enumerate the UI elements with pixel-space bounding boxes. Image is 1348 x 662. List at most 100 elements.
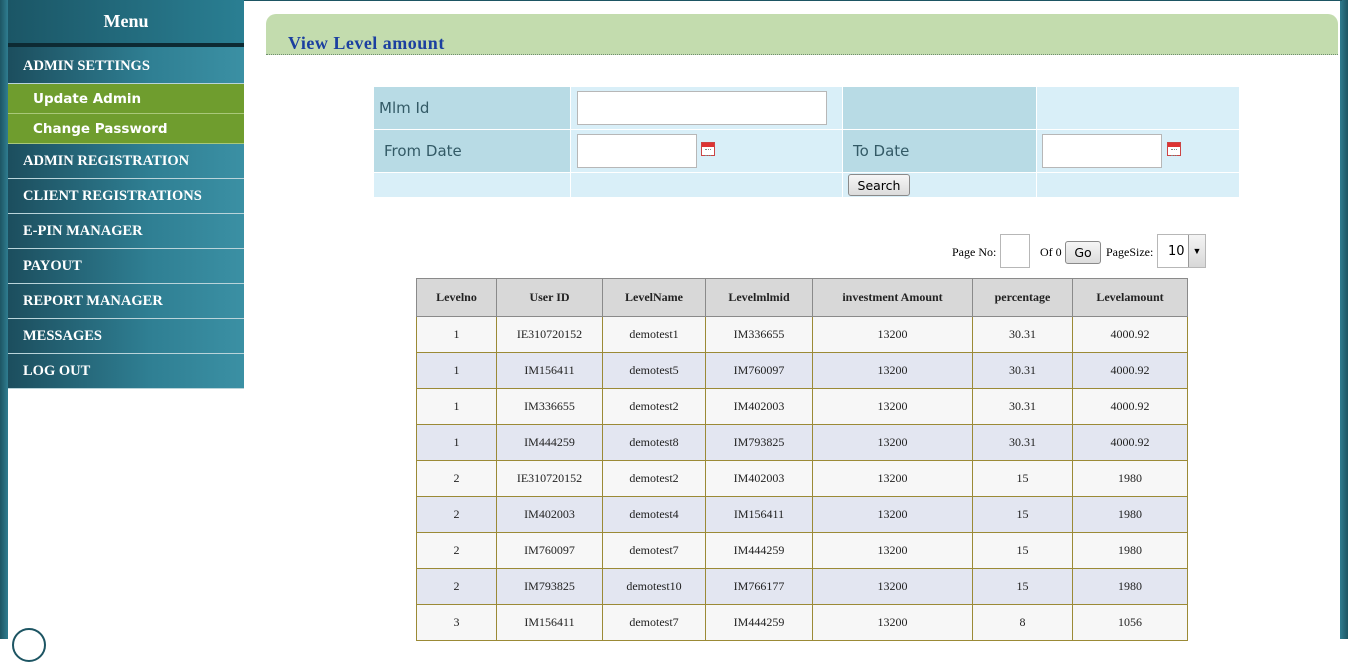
table-cell: 1 bbox=[416, 352, 497, 389]
table-row: 1 IM156411 demotest5 IM760097 13200 30.31 4000… bbox=[416, 352, 1188, 389]
table-row: 1 IE310720152 demotest1 IM336655 13200 30.31 4… bbox=[416, 316, 1188, 353]
table-cell: 13200 bbox=[812, 496, 973, 533]
column-header-levelamount[interactable]: Levelamount bbox=[1072, 278, 1188, 317]
search-button[interactable]: Search bbox=[848, 174, 910, 196]
chevron-down-icon[interactable]: ▼ bbox=[1188, 235, 1205, 267]
page-no-input[interactable] bbox=[1000, 234, 1030, 268]
table-cell: demotest2 bbox=[602, 460, 706, 497]
table-cell: 15 bbox=[972, 568, 1073, 605]
table-cell: 4000.92 bbox=[1072, 352, 1188, 389]
sidebar-item-admin-settings[interactable]: ADMIN SETTINGS bbox=[8, 47, 244, 84]
table-cell: 4000.92 bbox=[1072, 388, 1188, 425]
table-cell: 30.31 bbox=[972, 316, 1073, 353]
level-amount-table: Levelno User ID LevelName Levelmlmid inv… bbox=[416, 278, 1188, 641]
from-date-cell bbox=[571, 130, 842, 172]
sidebar-item-epin-manager[interactable]: E-PIN MANAGER bbox=[8, 214, 244, 249]
calendar-icon[interactable] bbox=[701, 142, 715, 156]
table-cell: demotest7 bbox=[602, 604, 706, 641]
table-cell: 1 bbox=[416, 388, 497, 425]
to-date-cell bbox=[1037, 130, 1239, 172]
column-header-levelmlmid[interactable]: Levelmlmid bbox=[705, 278, 813, 317]
table-row: 2 IE310720152 demotest2 IM402003 13200 15 1980 bbox=[416, 460, 1188, 497]
table-cell: 30.31 bbox=[972, 352, 1073, 389]
table-cell: 13200 bbox=[812, 316, 973, 353]
table-header-row: Levelno User ID LevelName Levelmlmid inv… bbox=[416, 278, 1188, 317]
table-cell: 1980 bbox=[1072, 460, 1188, 497]
sidebar-subitem-update-admin[interactable]: Update Admin bbox=[8, 84, 244, 114]
sidebar-menu: Menu ADMIN SETTINGS Update Admin Change … bbox=[8, 0, 244, 389]
table-cell: 1 bbox=[416, 424, 497, 461]
go-button[interactable]: Go bbox=[1065, 241, 1101, 264]
search-form: Mlm Id From Date To Date Search bbox=[373, 86, 1240, 198]
table-row: 3 IM156411 demotest7 IM444259 13200 8 1056 bbox=[416, 604, 1188, 641]
table-cell: 2 bbox=[416, 496, 497, 533]
sidebar-subitem-change-password[interactable]: Change Password bbox=[8, 114, 244, 144]
table-cell: demotest10 bbox=[602, 568, 706, 605]
page-title: View Level amount bbox=[288, 33, 445, 53]
table-cell: demotest4 bbox=[602, 496, 706, 533]
column-header-levelno[interactable]: Levelno bbox=[416, 278, 497, 317]
mlm-id-cell bbox=[571, 87, 842, 129]
table-cell: IM336655 bbox=[496, 388, 603, 425]
table-cell: demotest8 bbox=[602, 424, 706, 461]
right-border bbox=[1340, 0, 1348, 639]
table-cell: 2 bbox=[416, 532, 497, 569]
table-cell: 1980 bbox=[1072, 532, 1188, 569]
search-cell: Search bbox=[843, 173, 1036, 197]
sidebar-item-admin-registration[interactable]: ADMIN REGISTRATION bbox=[8, 144, 244, 179]
table-row: 1 IM336655 demotest2 IM402003 13200 30.31 4000… bbox=[416, 388, 1188, 425]
table-cell: 30.31 bbox=[972, 424, 1073, 461]
sidebar-item-report-manager[interactable]: REPORT MANAGER bbox=[8, 284, 244, 319]
top-divider bbox=[244, 0, 1342, 1]
table-cell: 1980 bbox=[1072, 496, 1188, 533]
table-cell: 4000.92 bbox=[1072, 424, 1188, 461]
mlm-id-input[interactable] bbox=[577, 91, 827, 125]
column-header-levelname[interactable]: LevelName bbox=[602, 278, 706, 317]
table-cell: IM760097 bbox=[705, 352, 813, 389]
from-date-input[interactable] bbox=[577, 134, 697, 168]
sidebar-item-messages[interactable]: MESSAGES bbox=[8, 319, 244, 354]
table-cell: IE310720152 bbox=[496, 316, 603, 353]
sidebar-item-log-out[interactable]: LOG OUT bbox=[8, 354, 244, 389]
table-cell: IM336655 bbox=[705, 316, 813, 353]
table-cell: 4000.92 bbox=[1072, 316, 1188, 353]
page-size-select[interactable]: 10 ▼ bbox=[1157, 234, 1206, 268]
sidebar-item-payout[interactable]: PAYOUT bbox=[8, 249, 244, 284]
empty-label-cell bbox=[843, 87, 1036, 129]
table-cell: demotest7 bbox=[602, 532, 706, 569]
table-cell: IM444259 bbox=[705, 604, 813, 641]
table-cell: demotest5 bbox=[602, 352, 706, 389]
table-cell: 15 bbox=[972, 460, 1073, 497]
column-header-user-id[interactable]: User ID bbox=[496, 278, 603, 317]
from-date-label: From Date bbox=[374, 130, 570, 172]
column-header-investment-amount[interactable]: investment Amount bbox=[812, 278, 973, 317]
table-cell: 2 bbox=[416, 568, 497, 605]
left-border bbox=[0, 0, 8, 639]
table-cell: IM402003 bbox=[705, 388, 813, 425]
table-cell: 13200 bbox=[812, 532, 973, 569]
table-cell: IM793825 bbox=[705, 424, 813, 461]
column-header-percentage[interactable]: percentage bbox=[972, 278, 1073, 317]
empty-cell bbox=[374, 173, 570, 197]
table-cell: IM402003 bbox=[705, 460, 813, 497]
table-cell: IM156411 bbox=[705, 496, 813, 533]
table-cell: 15 bbox=[972, 532, 1073, 569]
table-cell: 13200 bbox=[812, 388, 973, 425]
table-row: 2 IM402003 demotest4 IM156411 13200 15 1980 bbox=[416, 496, 1188, 533]
table-cell: 13200 bbox=[812, 352, 973, 389]
to-date-input[interactable] bbox=[1042, 134, 1162, 168]
table-cell: IM444259 bbox=[705, 532, 813, 569]
table-cell: 8 bbox=[972, 604, 1073, 641]
table-cell: demotest1 bbox=[602, 316, 706, 353]
empty-cell bbox=[1037, 173, 1239, 197]
menu-title: Menu bbox=[8, 0, 244, 47]
calendar-icon[interactable] bbox=[1167, 142, 1181, 156]
page-title-bar: View Level amount bbox=[266, 14, 1338, 55]
page-count-label: Of 0 bbox=[1040, 245, 1062, 259]
sidebar-item-client-registrations[interactable]: CLIENT REGISTRATIONS bbox=[8, 179, 244, 214]
table-cell: 1980 bbox=[1072, 568, 1188, 605]
table-cell: IM156411 bbox=[496, 604, 603, 641]
table-cell: 13200 bbox=[812, 604, 973, 641]
table-cell: 1 bbox=[416, 316, 497, 353]
table-cell: 2 bbox=[416, 460, 497, 497]
